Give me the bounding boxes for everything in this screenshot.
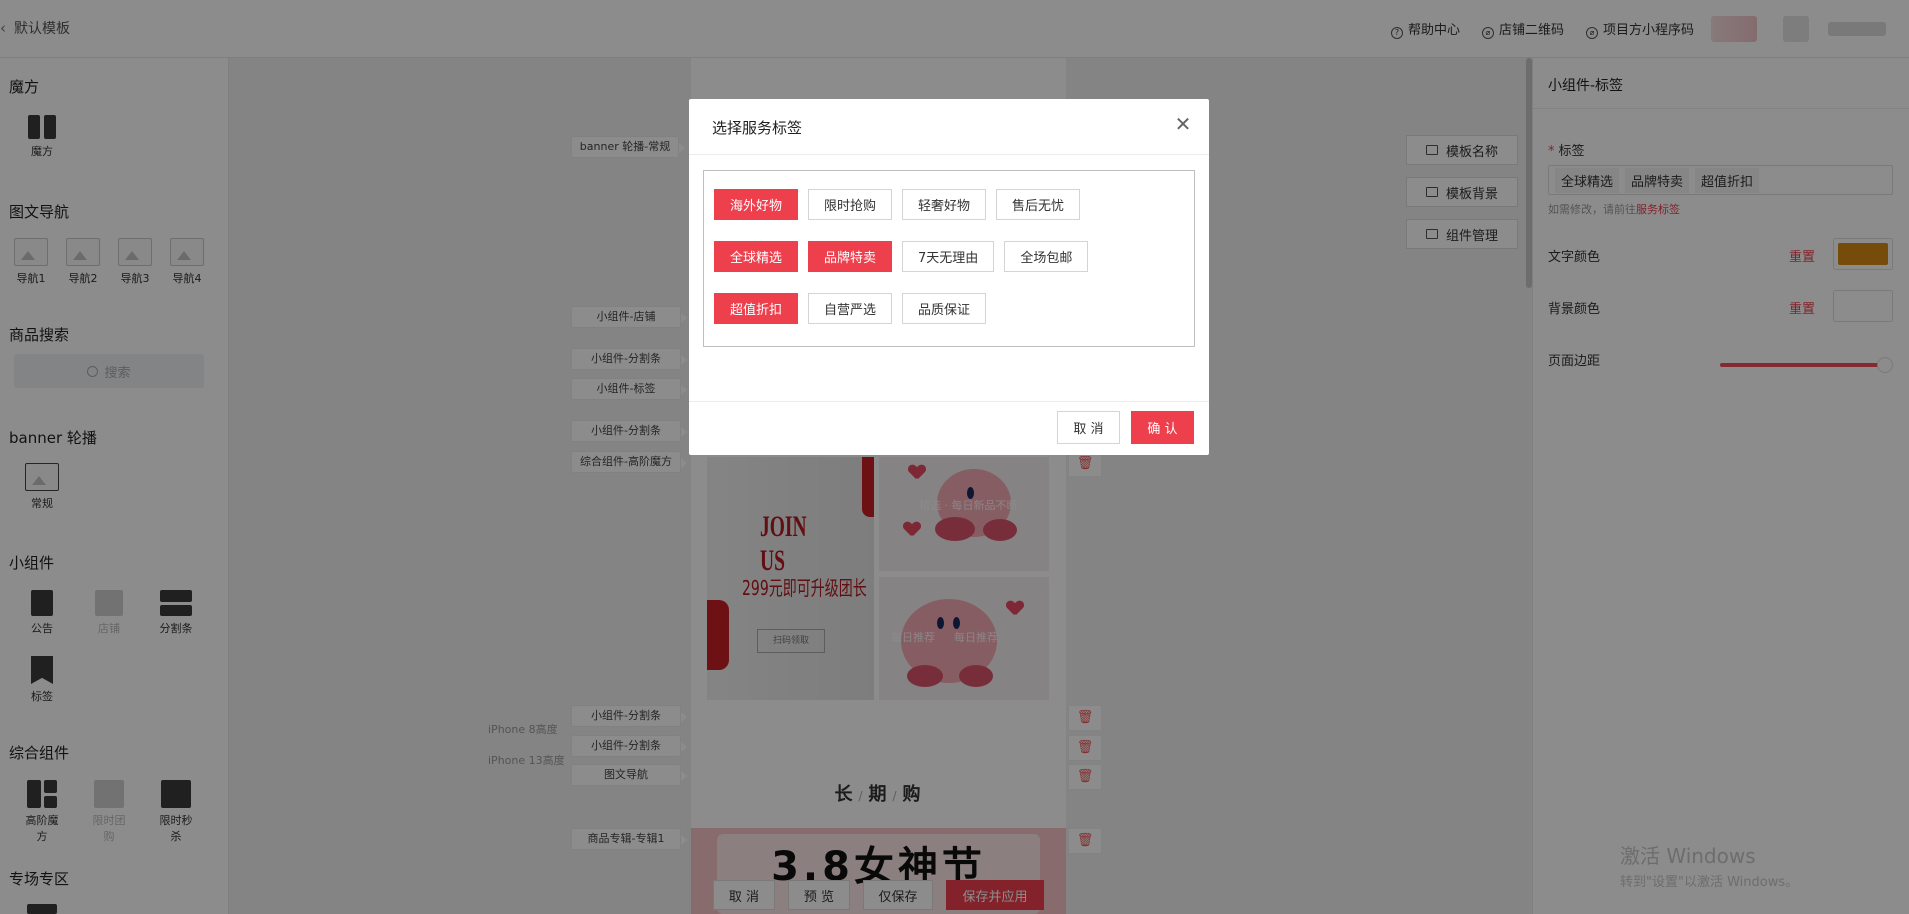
tag-option[interactable]: 品质保证 [902,293,987,324]
tag-option[interactable]: 品牌特卖 [808,241,893,272]
tag-row: 全球精选 品牌特卖 7天无理由 全场包邮 [714,241,1089,272]
tag-options: 海外好物 限时抢购 轻奢好物 售后无忧 全球精选 品牌特卖 7天无理由 全场包邮… [703,170,1195,347]
dialog-title: 选择服务标签 [712,119,803,137]
select-service-tags-dialog: 选择服务标签 ✕ 海外好物 限时抢购 轻奢好物 售后无忧 全球精选 品牌特卖 7… [689,99,1209,455]
tag-option[interactable]: 7天无理由 [902,241,995,272]
tag-option[interactable]: 海外好物 [714,189,799,220]
tag-option[interactable]: 超值折扣 [714,293,799,324]
tag-option[interactable]: 售后无忧 [996,189,1081,220]
dialog-cancel-button[interactable]: 取 消 [1057,411,1120,444]
tag-option[interactable]: 轻奢好物 [902,189,987,220]
dialog-confirm-button[interactable]: 确 认 [1131,411,1194,444]
close-icon[interactable]: ✕ [1172,113,1194,135]
tag-row: 海外好物 限时抢购 轻奢好物 售后无忧 [714,189,1081,220]
tag-option[interactable]: 自营严选 [808,293,893,324]
tag-option[interactable]: 全球精选 [714,241,799,272]
tag-option[interactable]: 全场包邮 [1004,241,1089,272]
tag-row: 超值折扣 自营严选 品质保证 [714,293,987,324]
tag-option[interactable]: 限时抢购 [808,189,893,220]
